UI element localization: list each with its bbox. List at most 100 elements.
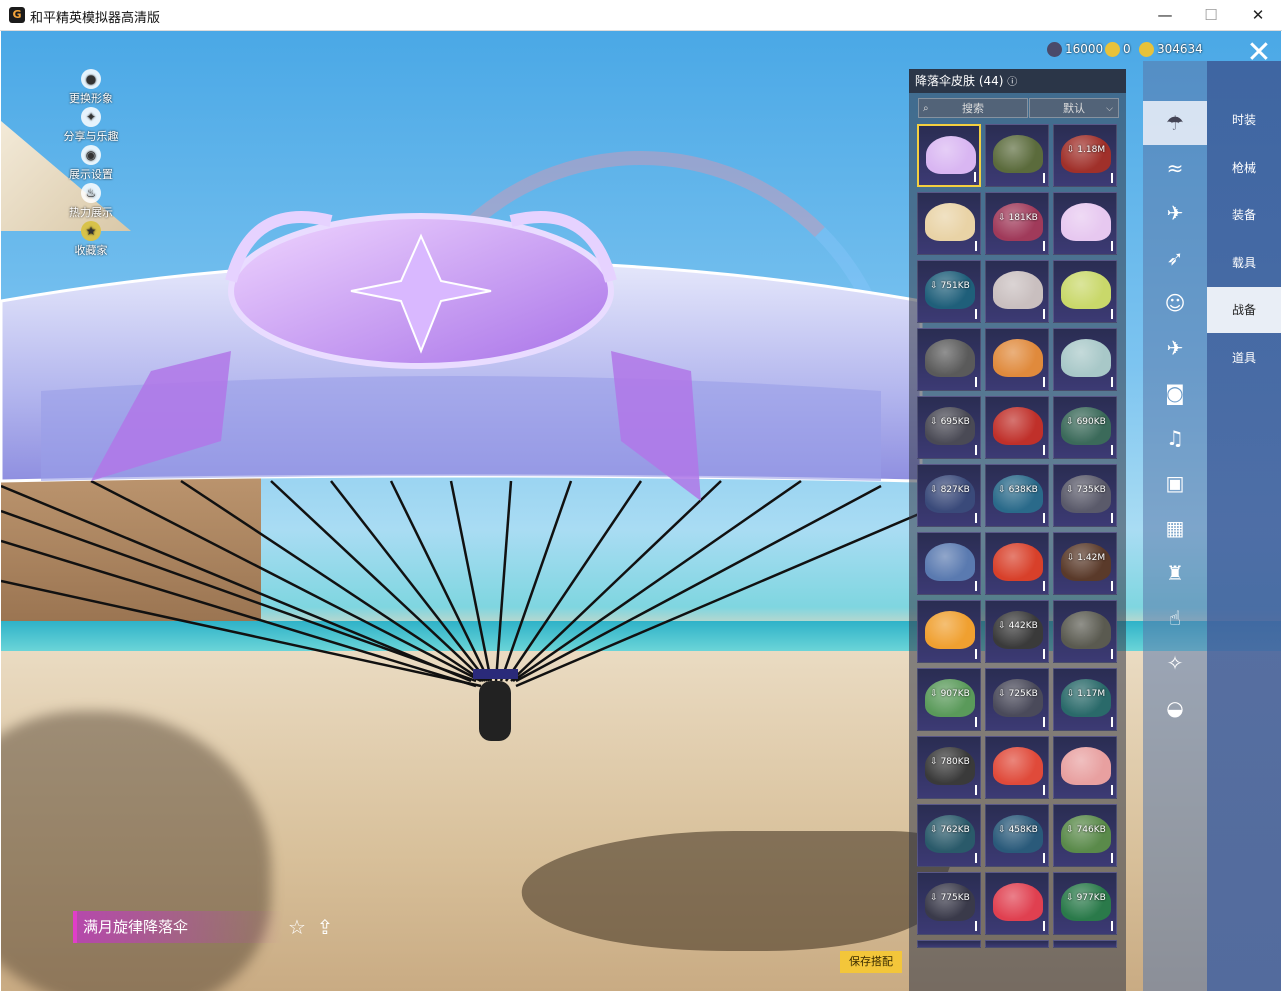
- tap-icon[interactable]: ☝: [1143, 596, 1207, 640]
- rarity-bar: [975, 377, 977, 387]
- rarity-bar: [1111, 513, 1113, 523]
- close-window-button[interactable]: ✕: [1235, 0, 1281, 30]
- app-logo-icon: G: [9, 7, 25, 23]
- tab-weapons[interactable]: 枪械: [1207, 145, 1281, 191]
- collector-badge-icon: ★: [81, 221, 101, 241]
- skin-cell[interactable]: [985, 940, 1049, 948]
- skin-cell[interactable]: [917, 940, 981, 948]
- rarity-bar: [1043, 513, 1045, 523]
- selected-item-name: 满月旋律降落伞: [73, 911, 283, 943]
- parachute-preview[interactable]: [1, 181, 931, 741]
- rarity-bar: [1043, 649, 1045, 659]
- tab-equipment[interactable]: 装备: [1207, 192, 1281, 238]
- skin-cell[interactable]: [917, 600, 981, 663]
- plane-icon[interactable]: ✈: [1143, 191, 1207, 235]
- skin-cell[interactable]: ⇩ 442KB: [985, 600, 1049, 663]
- skin-cell[interactable]: ⇩ 695KB: [917, 396, 981, 459]
- tab-items[interactable]: 道具: [1207, 335, 1281, 381]
- favorite-star-icon[interactable]: ☆: [285, 915, 309, 939]
- rarity-bar: [1043, 173, 1045, 183]
- skin-cell[interactable]: ⇩ 458KB: [985, 804, 1049, 867]
- wand-icon[interactable]: ✧: [1143, 641, 1207, 685]
- window-title: 和平精英模拟器高清版: [30, 11, 161, 26]
- photo-icon[interactable]: ▦: [1143, 506, 1207, 550]
- collector-button[interactable]: ★ 收藏家: [61, 221, 121, 258]
- parachute-thumb-icon: [993, 271, 1043, 309]
- skin-cell[interactable]: [917, 192, 981, 255]
- skin-cell[interactable]: ⇩ 1.42M: [1053, 532, 1117, 595]
- emote-icon[interactable]: ☺: [1143, 281, 1207, 325]
- maximize-button[interactable]: ☐: [1188, 0, 1234, 30]
- skin-cell[interactable]: [1053, 192, 1117, 255]
- skin-cell[interactable]: ⇩ 977KB: [1053, 872, 1117, 935]
- skin-cell[interactable]: [985, 260, 1049, 323]
- skin-cell[interactable]: ⇩ 751KB: [917, 260, 981, 323]
- skin-cell[interactable]: ⇩ 827KB: [917, 464, 981, 527]
- trail-icon[interactable]: ✈: [1143, 326, 1207, 370]
- skin-cell[interactable]: [985, 396, 1049, 459]
- skin-cell[interactable]: ⇩ 690KB: [1053, 396, 1117, 459]
- points-icon: [1105, 42, 1120, 57]
- skin-cell[interactable]: ⇩ 181KB: [985, 192, 1049, 255]
- close-icon[interactable]: ✕: [1241, 35, 1277, 71]
- parachute-thumb-icon: [926, 136, 976, 174]
- search-input[interactable]: ⌕ 搜索: [918, 98, 1028, 118]
- tab-combat-gear[interactable]: 战备: [1207, 287, 1281, 333]
- tab-fashion[interactable]: 时装: [1207, 97, 1281, 143]
- change-appearance-label: 更换形象: [69, 92, 113, 105]
- skin-cell[interactable]: [985, 328, 1049, 391]
- parachute-thumb-icon: [993, 407, 1043, 445]
- parachute-icon[interactable]: ☂: [1143, 101, 1207, 145]
- skin-cell[interactable]: [985, 872, 1049, 935]
- change-appearance-button[interactable]: ● 更换形象: [61, 69, 121, 106]
- backpack-pet-icon[interactable]: ◙: [1143, 371, 1207, 415]
- tab-vehicles[interactable]: 载具: [1207, 240, 1281, 286]
- skin-cell[interactable]: ⇩ 762KB: [917, 804, 981, 867]
- minimize-button[interactable]: —: [1142, 0, 1188, 30]
- skin-cell[interactable]: [917, 532, 981, 595]
- pendant-icon[interactable]: ▣: [1143, 461, 1207, 505]
- ufo-icon[interactable]: ◒: [1143, 686, 1207, 730]
- coin-icon: [1139, 42, 1154, 57]
- share-fun-button[interactable]: ✦ 分享与乐趣: [61, 107, 121, 144]
- skin-cell[interactable]: ⇩ 638KB: [985, 464, 1049, 527]
- download-size-label: ⇩ 690KB: [1066, 417, 1106, 427]
- skin-cell[interactable]: [985, 736, 1049, 799]
- skin-cell[interactable]: [1053, 600, 1117, 663]
- download-size-label: ⇩ 746KB: [1066, 825, 1106, 835]
- download-size-label: ⇩ 780KB: [930, 757, 970, 767]
- skin-cell[interactable]: ⇩ 735KB: [1053, 464, 1117, 527]
- skin-cell[interactable]: [1053, 940, 1117, 948]
- parachute-thumb-icon: [925, 339, 975, 377]
- skin-cell[interactable]: [1053, 260, 1117, 323]
- skin-cell[interactable]: [1053, 736, 1117, 799]
- skin-cell[interactable]: ⇩ 907KB: [917, 668, 981, 731]
- skin-cell[interactable]: [985, 124, 1049, 187]
- rarity-bar: [1043, 445, 1045, 455]
- points-count: 0: [1123, 42, 1131, 56]
- dive-icon[interactable]: ➶: [1143, 236, 1207, 280]
- skin-cell[interactable]: [1053, 328, 1117, 391]
- heat-display-label: 热力展示: [69, 206, 113, 219]
- skin-cell[interactable]: ⇩ 775KB: [917, 872, 981, 935]
- heat-display-button[interactable]: ♨ 热力展示: [61, 183, 121, 220]
- rarity-bar: [1043, 241, 1045, 251]
- skin-cell[interactable]: ⇩ 746KB: [1053, 804, 1117, 867]
- sort-dropdown[interactable]: 默认 ⌵: [1029, 98, 1119, 118]
- skin-cell[interactable]: ⇩ 1.17M: [1053, 668, 1117, 731]
- skin-cell[interactable]: [917, 124, 981, 187]
- skin-cell[interactable]: ⇩ 780KB: [917, 736, 981, 799]
- share-icon[interactable]: ⇪: [313, 915, 337, 939]
- save-outfit-button[interactable]: 保存搭配: [840, 951, 902, 973]
- skin-cell[interactable]: [917, 328, 981, 391]
- skin-cell[interactable]: ⇩ 725KB: [985, 668, 1049, 731]
- glider-icon[interactable]: ≈: [1143, 146, 1207, 190]
- parachute-thumb-icon: [1061, 339, 1111, 377]
- sound-icon[interactable]: ♫: [1143, 416, 1207, 460]
- display-settings-button[interactable]: ◉ 展示设置: [61, 145, 121, 182]
- rarity-bar: [1043, 377, 1045, 387]
- skin-cell[interactable]: ⇩ 1.18M: [1053, 124, 1117, 187]
- help-icon[interactable]: ⓘ: [1007, 77, 1017, 88]
- skin-cell[interactable]: [985, 532, 1049, 595]
- extinguisher-icon[interactable]: ♜: [1143, 551, 1207, 595]
